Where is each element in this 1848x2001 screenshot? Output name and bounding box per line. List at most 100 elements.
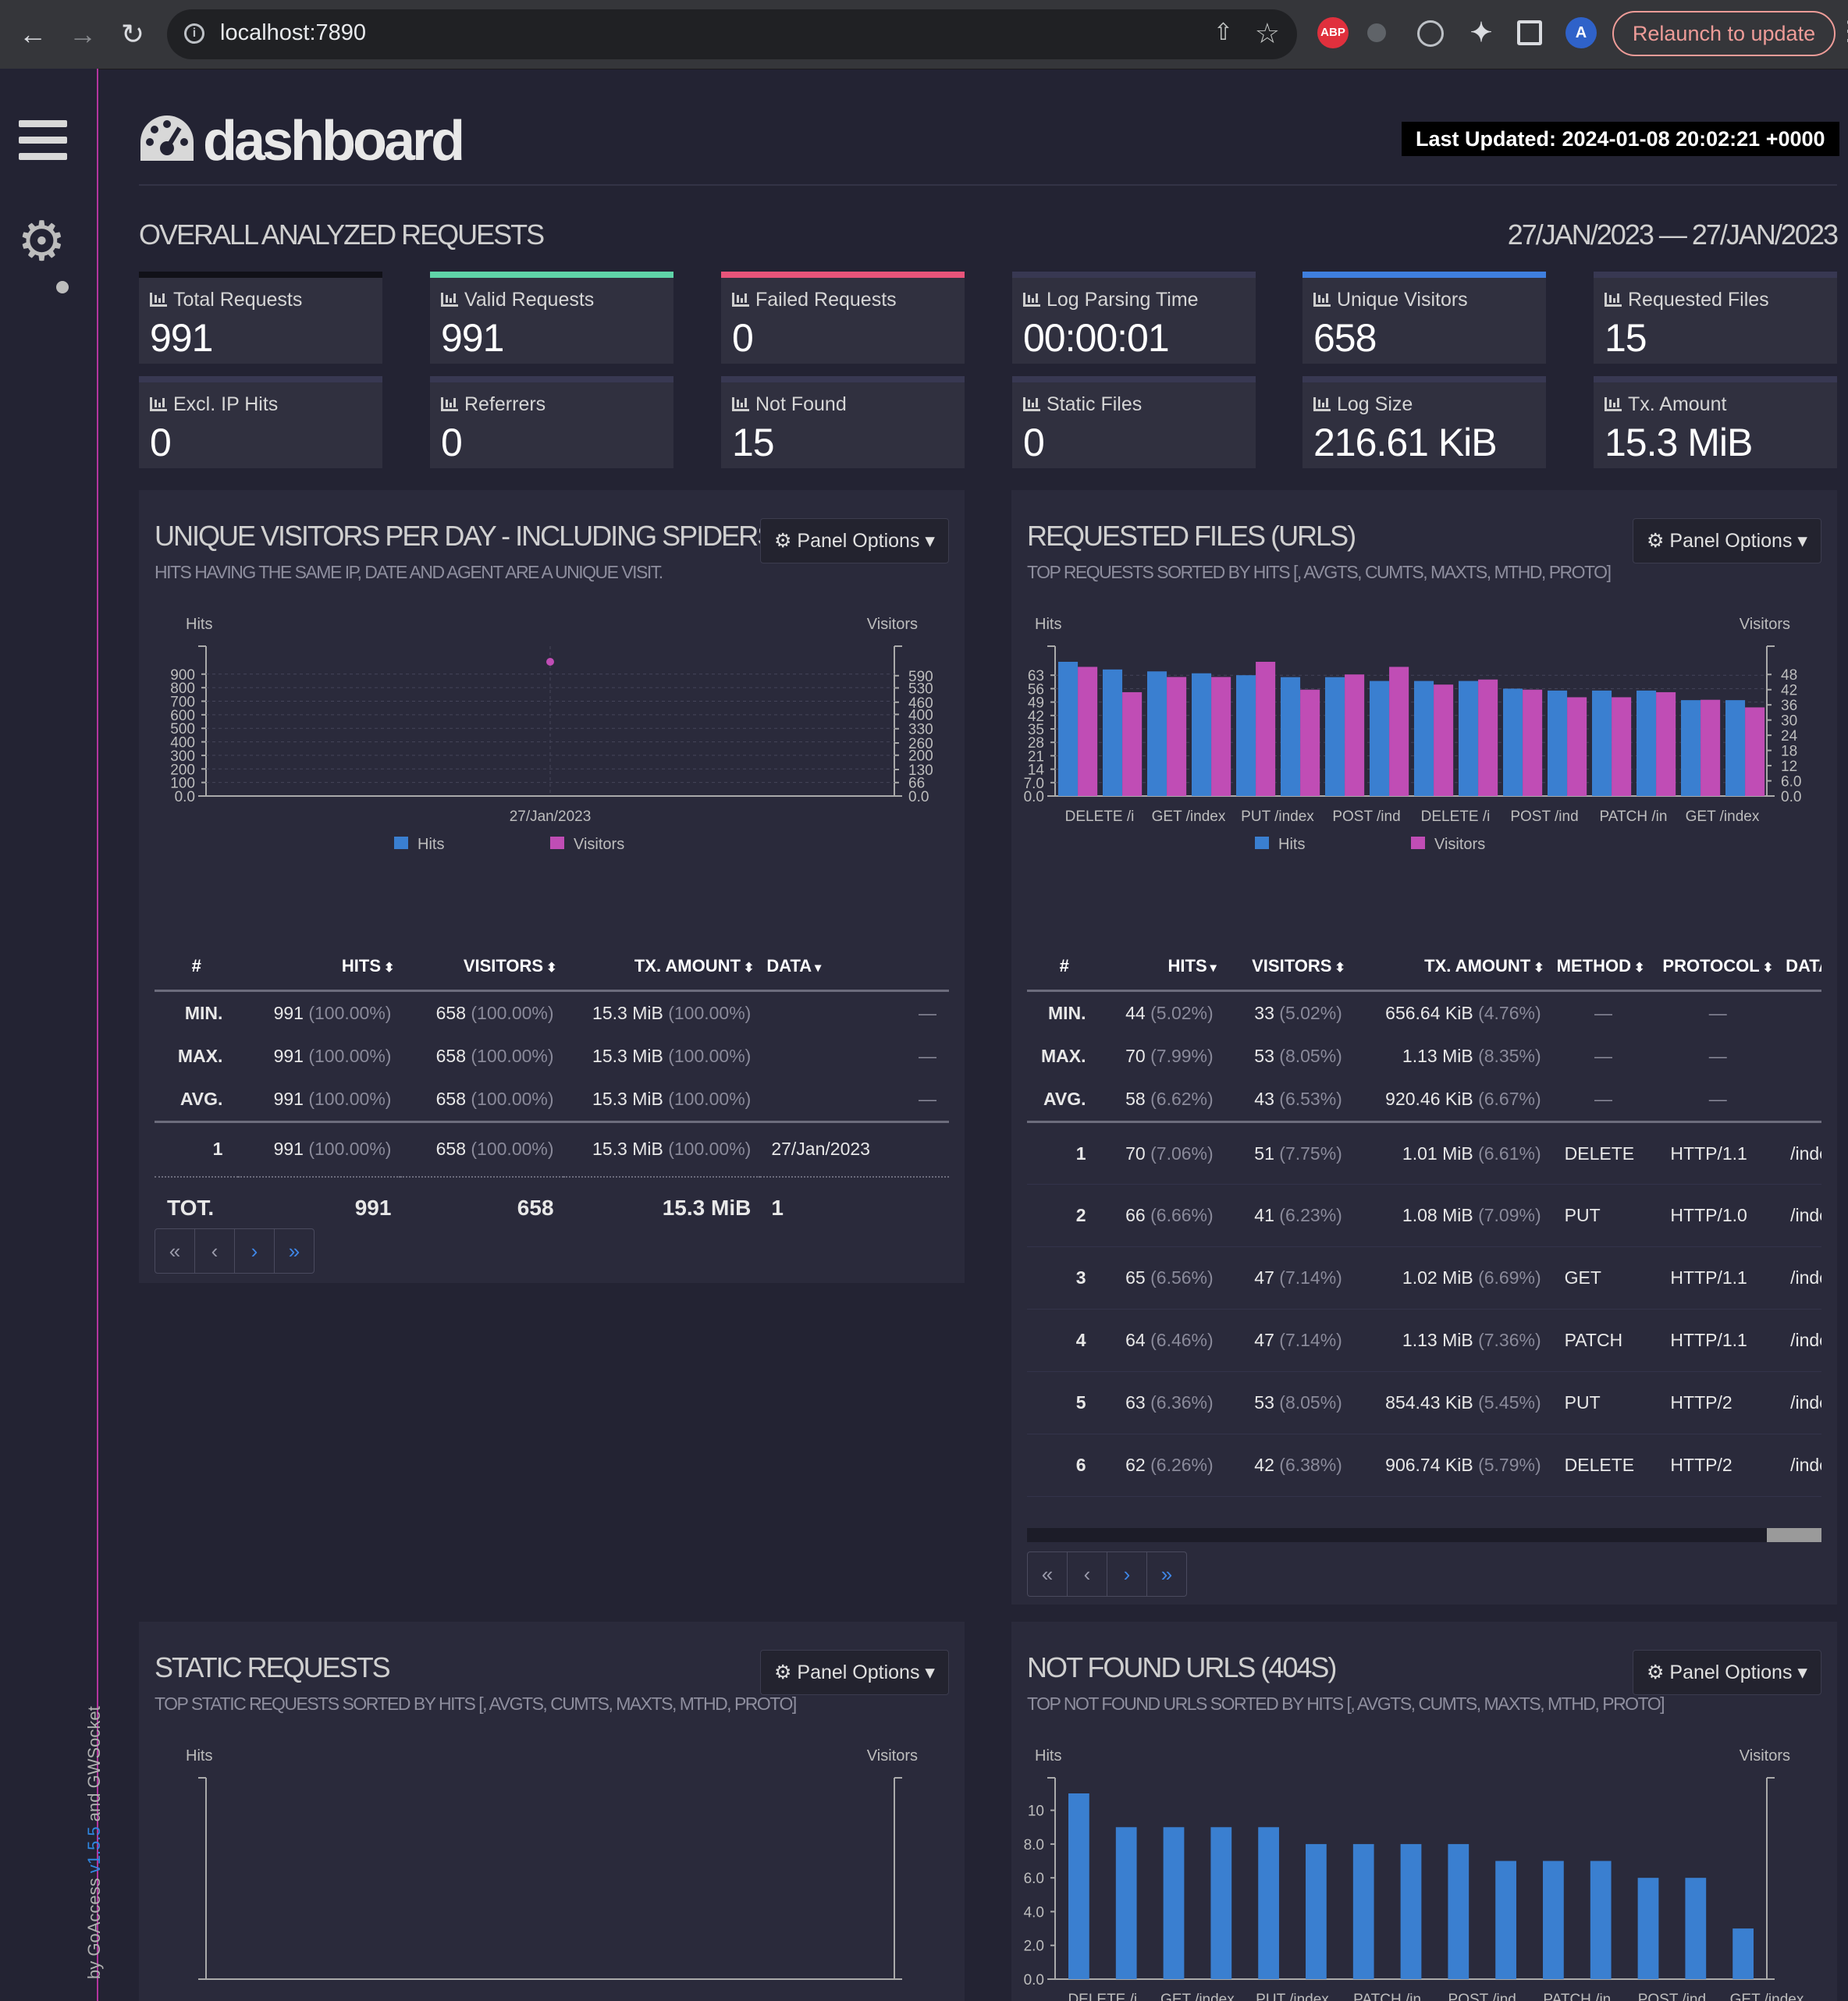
hits-bar[interactable] (1115, 1827, 1137, 1979)
next-page-button[interactable]: › (1107, 1552, 1147, 1596)
visitors-bar[interactable] (1389, 666, 1409, 796)
hits-bar[interactable] (1192, 673, 1212, 796)
hits-bar[interactable] (1681, 700, 1701, 796)
hits-bar[interactable] (1210, 1827, 1232, 1979)
visitors-bar[interactable] (1211, 677, 1231, 796)
hits-bar[interactable] (1068, 1793, 1089, 1979)
hits-bar[interactable] (1685, 1878, 1707, 1979)
hits-bar[interactable] (1163, 1827, 1185, 1979)
prev-page-button[interactable]: ‹ (195, 1229, 235, 1273)
browser-menu-icon[interactable]: ⋮ (1836, 16, 1848, 47)
visitors-bar[interactable] (1567, 697, 1587, 796)
profile-avatar[interactable]: A (1565, 17, 1597, 48)
visitors-bar[interactable] (1434, 684, 1454, 796)
hits-bar[interactable] (1147, 671, 1167, 796)
relaunch-button[interactable]: Relaunch to update (1612, 11, 1836, 56)
hits-bar[interactable] (1236, 675, 1256, 796)
column-header[interactable]: HITS ⬍ (238, 943, 401, 992)
table-row[interactable]: 5 63 (6.36%) 53 (8.05%) 854.43 KiB (5.45%) P… (1027, 1372, 1821, 1434)
hits-bar[interactable] (1637, 1878, 1659, 1979)
hits-bar[interactable] (1400, 1843, 1422, 1979)
table-row[interactable]: 6 62 (6.26%) 42 (6.38%) 906.74 KiB (5.79%) D… (1027, 1434, 1821, 1497)
url-text[interactable]: localhost:7890 (220, 20, 366, 46)
table-row[interactable]: 762 (6.26%)48 (7.29%)991.32 KiB (6.33%)P… (1027, 1497, 1821, 1520)
hits-bar[interactable] (1306, 1843, 1327, 1979)
scrollbar-thumb[interactable] (1767, 1528, 1821, 1542)
version-link[interactable]: v1.5.5 (84, 1826, 104, 1873)
last-page-button[interactable]: » (275, 1229, 314, 1273)
next-page-button[interactable]: › (235, 1229, 275, 1273)
extension-icon[interactable] (1367, 23, 1386, 42)
horizontal-scrollbar[interactable] (1027, 1528, 1821, 1542)
hits-bar[interactable] (1459, 681, 1479, 796)
data-cell[interactable]: /inde: (1779, 1185, 1821, 1247)
settings-gear-icon[interactable]: ⚙ (17, 214, 66, 268)
forward-arrow-icon[interactable]: → (66, 17, 100, 52)
prev-page-button[interactable]: ‹ (1068, 1552, 1107, 1596)
back-arrow-icon[interactable]: ← (16, 17, 50, 52)
visitors-bar[interactable] (1612, 697, 1632, 796)
column-header[interactable]: VISITORS ⬍ (1222, 943, 1352, 992)
column-header[interactable]: METHOD ⬍ (1550, 943, 1657, 992)
visitors-bar[interactable] (1256, 662, 1276, 796)
column-header[interactable]: HITS ▾ (1101, 943, 1223, 992)
hits-bar[interactable] (1325, 677, 1345, 796)
column-header[interactable]: VISITORS ⬍ (400, 943, 563, 992)
column-header[interactable]: TX. AMOUNT ⬍ (1351, 943, 1551, 992)
table-row[interactable]: 4 64 (6.46%) 47 (7.14%) 1.13 MiB (7.36%) PAT… (1027, 1310, 1821, 1372)
visitors-bar[interactable] (1122, 691, 1143, 796)
column-header[interactable]: DATA ▾ (760, 943, 949, 992)
address-bar[interactable]: i localhost:7890 ⇧ ☆ (167, 9, 1297, 59)
hits-bar[interactable] (1103, 669, 1123, 796)
hits-bar[interactable] (1543, 1861, 1564, 1979)
legend-label[interactable]: Visitors (1434, 836, 1485, 849)
reload-icon[interactable]: ↻ (116, 17, 150, 52)
column-header[interactable]: DATA⬍ (1779, 943, 1821, 992)
side-panel-icon[interactable] (1517, 20, 1542, 45)
visitors-bar[interactable] (1078, 666, 1098, 796)
table-row[interactable]: 2 66 (6.66%) 41 (6.23%) 1.08 MiB (7.09%) PUT… (1027, 1185, 1821, 1247)
last-page-button[interactable]: » (1147, 1552, 1186, 1596)
column-header[interactable]: PROTOCOL ⬍ (1656, 943, 1780, 992)
globe-extension-icon[interactable] (1417, 20, 1444, 47)
visitors-panel-options-button[interactable]: ⚙ Panel Options ▾ (760, 518, 949, 563)
hits-bar[interactable] (1590, 1861, 1612, 1979)
first-page-button[interactable]: « (1028, 1552, 1068, 1596)
visitors-bar[interactable] (1167, 677, 1187, 796)
data-cell[interactable]: /inde: (1779, 1434, 1821, 1497)
data-cell[interactable]: /inde: (1779, 1372, 1821, 1434)
visitors-bar[interactable] (1745, 707, 1765, 796)
visitors-bar[interactable] (1300, 689, 1320, 796)
puzzle-extensions-icon[interactable]: ✦ (1466, 17, 1497, 48)
column-header[interactable]: TX. AMOUNT ⬍ (563, 943, 761, 992)
hits-bar[interactable] (1503, 688, 1523, 796)
data-cell[interactable]: /inde: (1779, 1497, 1821, 1520)
visitors-bar[interactable] (1478, 679, 1498, 796)
hits-bar[interactable] (1414, 681, 1434, 796)
hits-bar[interactable] (1352, 1843, 1374, 1979)
share-icon[interactable]: ⇧ (1214, 19, 1233, 46)
hamburger-menu-icon[interactable] (19, 120, 67, 169)
visitors-bar[interactable] (1345, 674, 1365, 796)
adblock-extension-icon[interactable]: ABP (1317, 17, 1349, 48)
site-info-icon[interactable]: i (184, 23, 204, 44)
visitors-bar[interactable] (1523, 689, 1543, 796)
hits-bar[interactable] (1732, 1928, 1754, 1979)
data-cell[interactable]: /inde: (1779, 1310, 1821, 1372)
hits-bar[interactable] (1725, 700, 1746, 796)
visitors-bar[interactable] (1701, 699, 1721, 796)
visitors-bar[interactable] (1656, 691, 1676, 796)
hits-bar[interactable] (1448, 1843, 1470, 1979)
data-cell[interactable]: 27/Jan/2023 (760, 1122, 949, 1177)
hits-bar[interactable] (1258, 1827, 1279, 1979)
legend-label[interactable]: Hits (1278, 836, 1305, 849)
visitors-point[interactable] (546, 658, 554, 666)
bookmark-star-icon[interactable]: ☆ (1255, 17, 1280, 50)
table-row[interactable]: 3 65 (6.56%) 47 (7.14%) 1.02 MiB (6.69%) GET… (1027, 1247, 1821, 1310)
hits-bar[interactable] (1592, 690, 1612, 796)
legend-label[interactable]: Hits (418, 836, 444, 849)
legend-label[interactable]: Visitors (574, 836, 624, 849)
files-panel-options-button[interactable]: ⚙ Panel Options ▾ (1633, 518, 1821, 563)
hits-bar[interactable] (1495, 1861, 1516, 1979)
first-page-button[interactable]: « (155, 1229, 195, 1273)
